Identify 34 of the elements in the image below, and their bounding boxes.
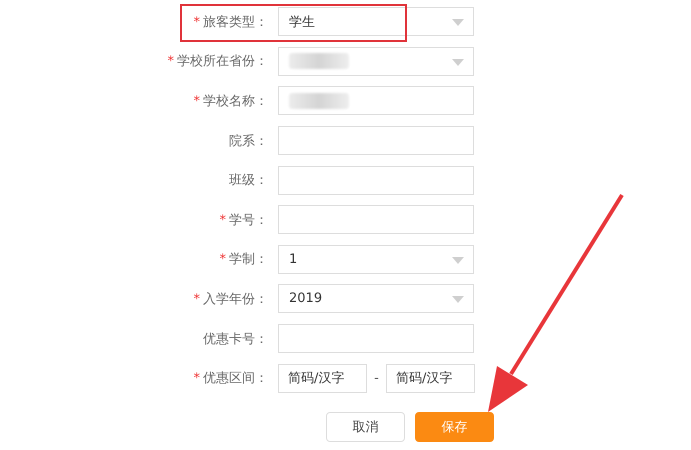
- required-mark: *: [194, 14, 200, 30]
- field-label: 优惠区间：: [203, 371, 268, 386]
- select-field[interactable]: [278, 46, 474, 76]
- input-field[interactable]: [278, 324, 474, 354]
- required-mark: *: [194, 292, 200, 307]
- required-mark: *: [220, 212, 226, 228]
- field-label: 学制：: [229, 252, 268, 268]
- input-field[interactable]: [278, 86, 474, 116]
- field-label: 学校所在省份：: [177, 54, 268, 70]
- select-field[interactable]: 1: [278, 244, 474, 274]
- caret-icon: [452, 58, 464, 66]
- input-field[interactable]: [278, 166, 474, 195]
- field-label: 院系：: [229, 134, 268, 149]
- input-field[interactable]: 简码/汉字: [278, 364, 367, 393]
- input-field[interactable]: [278, 126, 474, 156]
- field-label: 优惠卡号：: [203, 332, 268, 347]
- cancel-button[interactable]: 取消: [326, 412, 405, 442]
- input-field[interactable]: 简码/汉字: [386, 364, 475, 393]
- required-mark: *: [194, 94, 200, 109]
- required-mark: *: [194, 371, 200, 386]
- field-label: 学校名称：: [203, 94, 268, 109]
- range-separator: -: [373, 370, 380, 386]
- field-label: 班级：: [229, 173, 268, 188]
- field-label: 旅客类型：: [203, 14, 268, 30]
- caret-icon: [452, 19, 464, 26]
- required-mark: *: [220, 252, 226, 268]
- caret-icon: [452, 296, 464, 304]
- input-field[interactable]: [278, 205, 474, 234]
- field-label: 学号：: [229, 212, 268, 228]
- required-mark: *: [168, 54, 174, 70]
- field-label: 入学年份：: [203, 292, 268, 307]
- select-field[interactable]: 2019: [278, 284, 474, 314]
- caret-icon: [452, 256, 464, 264]
- select-field[interactable]: 学生: [278, 7, 474, 36]
